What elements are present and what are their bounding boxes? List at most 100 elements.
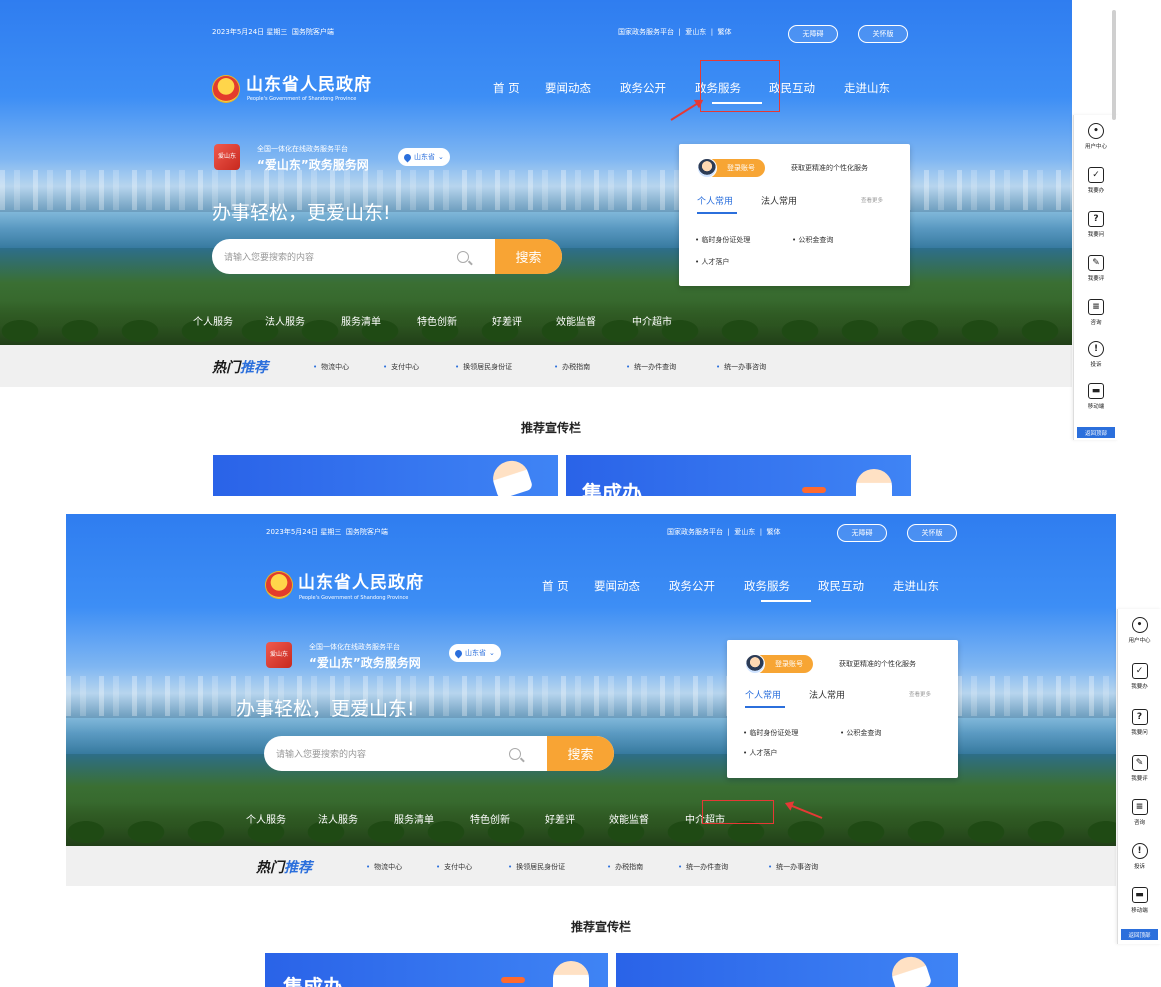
hot-item[interactable]: 办税指南 <box>607 862 643 872</box>
sidebar-complain[interactable]: ! 投诉 <box>1118 843 1161 870</box>
service-innovation[interactable]: 特色创新 <box>470 811 545 826</box>
service-legal[interactable]: 法人服务 <box>265 313 341 328</box>
nav-open-gov[interactable]: 政务公开 <box>620 80 695 96</box>
item-temp-id[interactable]: • 临时身份证处理 <box>695 235 750 245</box>
promo-banner[interactable] <box>213 455 558 496</box>
sidebar-apply[interactable]: ✓ 我要办 <box>1118 663 1161 690</box>
platform-name[interactable]: “爱山东”政务服务网 <box>309 654 421 671</box>
nav-news[interactable]: 要闻动态 <box>545 80 620 96</box>
tab-personal[interactable]: 个人常用 <box>745 688 781 701</box>
care-mode-button[interactable]: 关怀版 <box>907 524 957 542</box>
nav-about[interactable]: 走进山东 <box>893 578 968 594</box>
service-list[interactable]: 服务清单 <box>394 811 470 826</box>
hot-label: 热门推荐 <box>212 357 268 377</box>
national-platform-link[interactable]: 国家政务服务平台 <box>618 28 674 36</box>
service-innovation[interactable]: 特色创新 <box>417 313 492 328</box>
accessible-button[interactable]: 无障碍 <box>788 25 838 43</box>
platform-subtitle: 全国一体化在线政务服务平台 <box>309 643 400 651</box>
search-input[interactable]: 请输入您要搜索的内容 <box>264 747 509 760</box>
hot-item[interactable]: 办税指南 <box>554 362 590 372</box>
sidebar-consult[interactable]: ≡ 咨询 <box>1074 299 1118 326</box>
service-rating[interactable]: 好差评 <box>545 811 609 826</box>
sidebar-label: 我要评 <box>1087 276 1105 282</box>
sidebar-mobile[interactable]: ▬ 移动端 <box>1074 383 1118 410</box>
service-personal[interactable]: 个人服务 <box>193 313 265 328</box>
client-link[interactable]: 国务院客户端 <box>292 28 334 36</box>
service-supervision[interactable]: 效能监督 <box>556 313 632 328</box>
sidebar-user-center[interactable]: • 用户中心 <box>1118 617 1161 644</box>
hot-item[interactable]: 统一办件查询 <box>678 862 728 872</box>
ishandong-link[interactable]: 爱山东 <box>685 28 706 36</box>
search-icon[interactable] <box>509 747 521 760</box>
search-button[interactable]: 搜索 <box>495 239 562 274</box>
region-selector[interactable]: 山东省 ⌄ <box>398 148 450 166</box>
nav-home[interactable]: 首 页 <box>493 80 545 96</box>
item-talent-settle[interactable]: • 人才落户 <box>743 748 777 758</box>
region-selector[interactable]: 山东省 ⌄ <box>449 644 501 662</box>
national-emblem-icon <box>266 572 292 598</box>
site-title[interactable]: 山东省人民政府 <box>246 70 372 95</box>
sidebar-complain[interactable]: ! 投诉 <box>1074 341 1118 368</box>
nav-interaction[interactable]: 政民互动 <box>769 80 844 96</box>
hot-item[interactable]: 统一办件查询 <box>626 362 676 372</box>
hot-item[interactable]: 统一办事咨询 <box>716 362 766 372</box>
sidebar-mobile[interactable]: ▬ 移动端 <box>1118 887 1161 914</box>
service-list[interactable]: 服务清单 <box>341 313 417 328</box>
promo-banner[interactable] <box>616 953 958 987</box>
platform-name[interactable]: “爱山东”政务服务网 <box>257 156 369 173</box>
hot-label: 热门推荐 <box>256 857 312 877</box>
search-icon[interactable] <box>457 250 469 263</box>
sidebar-user-center[interactable]: • 用户中心 <box>1074 123 1118 150</box>
service-legal[interactable]: 法人服务 <box>318 811 394 826</box>
client-link[interactable]: 国务院客户端 <box>346 528 388 536</box>
view-more-link[interactable]: 查看更多 <box>861 196 883 204</box>
nav-news[interactable]: 要闻动态 <box>594 578 669 594</box>
scrollbar[interactable] <box>1112 10 1116 120</box>
sidebar-rate[interactable]: ✎ 我要评 <box>1118 755 1161 782</box>
nav-open-gov[interactable]: 政务公开 <box>669 578 744 594</box>
tab-legal[interactable]: 法人常用 <box>761 194 797 207</box>
hot-item[interactable]: 换领居民身份证 <box>455 362 512 372</box>
traditional-link[interactable]: 繁体 <box>718 28 732 36</box>
nav-gov-services[interactable]: 政务服务 <box>744 578 818 594</box>
search-input[interactable]: 请输入您要搜索的内容 <box>212 250 457 263</box>
sidebar-ask[interactable]: ? 我要问 <box>1118 709 1161 736</box>
nav-home[interactable]: 首 页 <box>542 578 594 594</box>
hot-item[interactable]: 支付中心 <box>383 362 419 372</box>
item-temp-id[interactable]: • 临时身份证处理 <box>743 728 798 738</box>
nav-about[interactable]: 走进山东 <box>844 80 919 96</box>
hot-item[interactable]: 物流中心 <box>366 862 402 872</box>
hot-item[interactable]: 换领居民身份证 <box>508 862 565 872</box>
tab-legal[interactable]: 法人常用 <box>809 688 845 701</box>
nav-interaction[interactable]: 政民互动 <box>818 578 893 594</box>
sidebar-apply[interactable]: ✓ 我要办 <box>1074 167 1118 194</box>
hot-item[interactable]: 物流中心 <box>313 362 349 372</box>
sidebar-rate[interactable]: ✎ 我要评 <box>1074 255 1118 282</box>
promo-banner[interactable]: 集成办 <box>566 455 911 496</box>
sidebar-consult[interactable]: ≡ 咨询 <box>1118 799 1161 826</box>
sidebar-ask[interactable]: ? 我要问 <box>1074 211 1118 238</box>
item-talent-settle[interactable]: • 人才落户 <box>695 257 729 267</box>
service-supervision[interactable]: 效能监督 <box>609 811 685 826</box>
site-title[interactable]: 山东省人民政府 <box>298 568 424 593</box>
accessible-button[interactable]: 无障碍 <box>837 524 887 542</box>
tab-personal[interactable]: 个人常用 <box>697 194 733 207</box>
traditional-link[interactable]: 繁体 <box>767 528 781 536</box>
back-to-top-button[interactable]: 返回顶部 <box>1077 427 1115 438</box>
care-mode-button[interactable]: 关怀版 <box>858 25 908 43</box>
service-rating[interactable]: 好差评 <box>492 313 556 328</box>
hot-item[interactable]: 支付中心 <box>436 862 472 872</box>
service-agency-market[interactable]: 中介超市 <box>632 313 692 328</box>
ishandong-link[interactable]: 爱山东 <box>734 528 755 536</box>
item-housing-fund[interactable]: • 公积金查询 <box>792 235 833 245</box>
back-to-top-button[interactable]: 返回顶部 <box>1121 929 1158 940</box>
sidebar-label: 咨询 <box>1090 320 1102 326</box>
view-more-link[interactable]: 查看更多 <box>909 690 931 698</box>
hot-item[interactable]: 统一办事咨询 <box>768 862 818 872</box>
question-icon: ? <box>1088 211 1104 227</box>
service-personal[interactable]: 个人服务 <box>246 811 318 826</box>
promo-banner[interactable]: 集成办 <box>265 953 608 987</box>
national-platform-link[interactable]: 国家政务服务平台 <box>667 528 723 536</box>
search-button[interactable]: 搜索 <box>547 736 614 771</box>
item-housing-fund[interactable]: • 公积金查询 <box>840 728 881 738</box>
